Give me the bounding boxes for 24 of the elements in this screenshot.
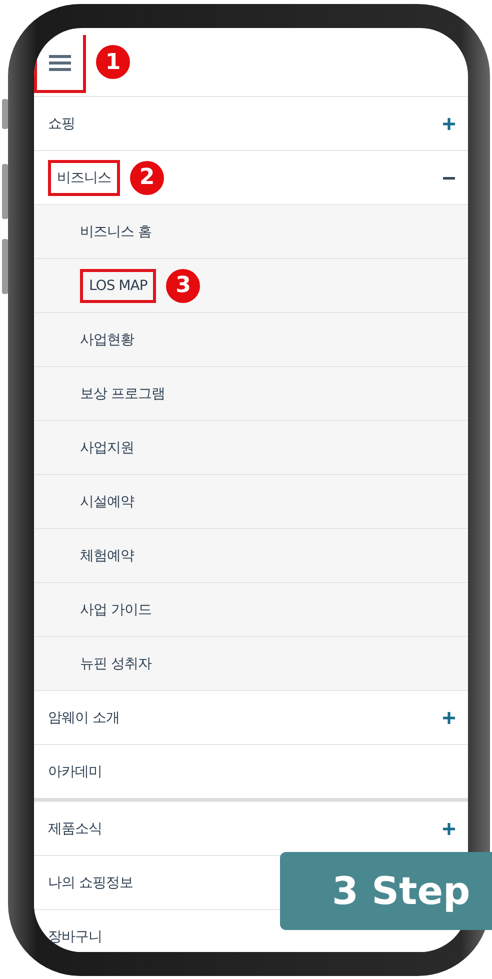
submenu-item[interactable]: 사업현황 <box>80 330 134 348</box>
submenu-item[interactable]: 비즈니스 홈 <box>80 222 152 240</box>
menu-item[interactable]: 장바구니 <box>48 928 102 946</box>
menu-item[interactable]: 쇼핑 <box>48 114 75 132</box>
menu-item[interactable]: 암웨이 소개 <box>48 708 120 726</box>
submenu-item[interactable]: LOS MAP <box>87 274 150 298</box>
step-number: 1 <box>96 45 130 79</box>
submenu-item[interactable]: 시설예약 <box>80 492 134 510</box>
step-banner: 3 Step <box>280 852 492 930</box>
step-number: 2 <box>130 160 164 194</box>
menu-item[interactable]: 제품소식 <box>48 820 102 838</box>
menu-item[interactable]: 비즈니스 <box>55 164 113 190</box>
submenu-item[interactable]: 보상 프로그램 <box>80 384 165 402</box>
menu-icon <box>49 54 71 72</box>
submenu-item[interactable]: 체험예약 <box>80 546 134 564</box>
submenu-item[interactable]: 뉴핀 성취자 <box>80 654 152 672</box>
menu-item[interactable]: 아카데미 <box>48 762 102 780</box>
submenu-item[interactable]: 사업 가이드 <box>80 600 152 618</box>
plus-icon[interactable] <box>442 710 456 724</box>
submenu-item[interactable]: 사업지원 <box>80 438 134 456</box>
menu-item[interactable]: 나의 쇼핑정보 <box>48 874 133 892</box>
plus-icon[interactable] <box>442 822 456 836</box>
step-number: 3 <box>166 268 200 302</box>
plus-icon[interactable] <box>442 116 456 130</box>
